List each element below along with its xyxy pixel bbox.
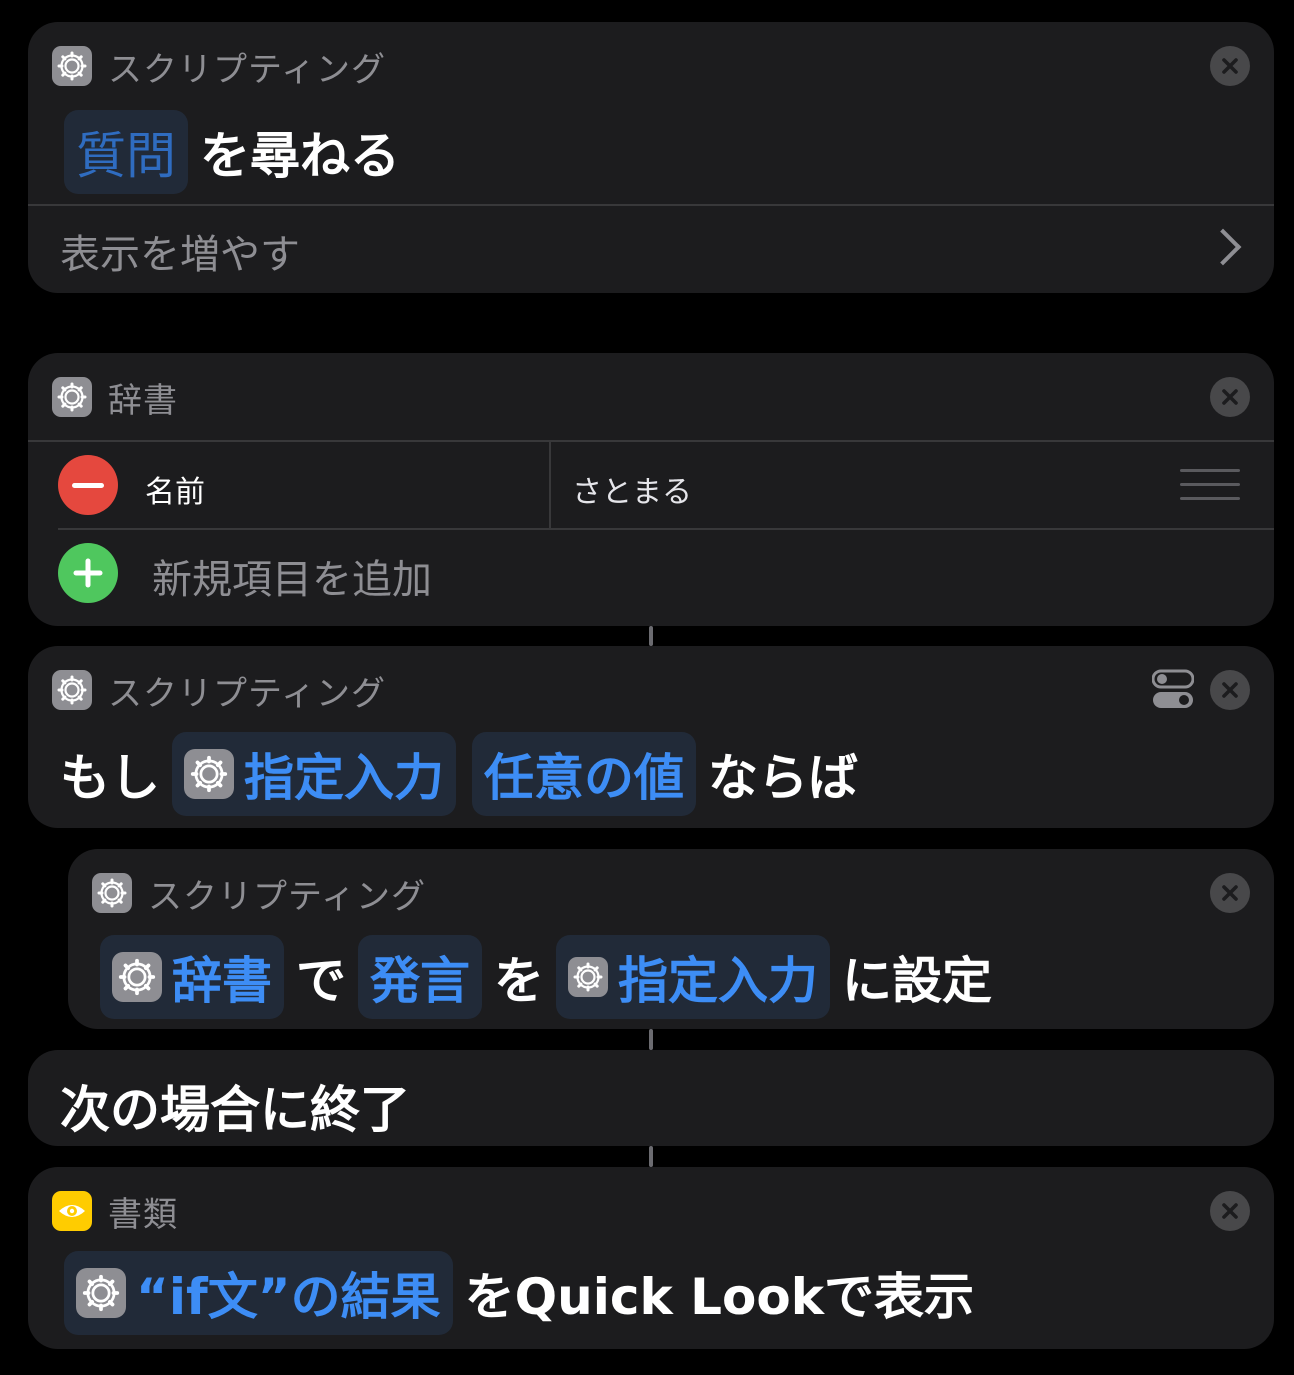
divider [28,440,1274,442]
action-category-label: スクリプティング [108,49,386,90]
quick-look-action-card[interactable]: 書類 “if文”の結果 をQuick Lookで表示 [28,1167,1274,1349]
column-divider [549,441,551,529]
input-token[interactable]: 指定入力 [172,732,456,816]
action-category-label: スクリプティング [108,673,386,714]
dictionary-token-label: 辞書 [172,952,272,1010]
question-token[interactable]: 質問 [64,110,188,194]
gear-icon [184,749,234,799]
gear-icon [52,670,92,710]
key-token[interactable]: 発言 [358,935,482,1019]
gear-icon [92,873,132,913]
toggle-icon[interactable] [1152,669,1194,711]
action-header: スクリプティング [52,46,386,90]
divider [58,528,1274,530]
text-de: で [296,952,346,1010]
gear-icon [568,957,608,997]
eye-icon [52,1191,92,1231]
drag-handle-icon[interactable] [1180,469,1240,511]
gear-icon [112,952,162,1002]
action-header: スクリプティング [52,670,386,714]
if-result-token[interactable]: “if文”の結果 [64,1251,453,1335]
dictionary-value[interactable]: さとまる [572,467,692,511]
condition-token[interactable]: 任意の値 [472,732,696,816]
action-header: 辞書 [52,377,178,421]
close-icon[interactable] [1210,873,1250,913]
if-result-token-label: “if文”の結果 [136,1268,441,1326]
action-category-label: 辞書 [108,380,178,421]
minus-icon[interactable] [58,455,118,515]
close-icon[interactable] [1210,377,1250,417]
action-category-label: 書類 [108,1194,178,1235]
value-token[interactable]: 指定入力 [556,935,830,1019]
close-icon[interactable] [1210,1191,1250,1231]
action-category-label: スクリプティング [148,876,426,917]
gear-icon [52,377,92,417]
action-text: を尋ねる [200,127,400,185]
set-dictionary-value-card[interactable]: スクリプティング 辞書 で 発言 を 指定入力 に設定 [68,849,1274,1029]
text-wo: を [494,952,544,1010]
flow-connector [649,1029,653,1050]
gear-icon [52,46,92,86]
quick-look-suffix: をQuick Lookで表示 [464,1268,974,1326]
ask-question-action-card[interactable]: スクリプティング 質問 を尋ねる 表示を増やす [28,22,1274,293]
action-body: “if文”の結果 をQuick Lookで表示 [60,1251,982,1335]
close-icon[interactable] [1210,46,1250,86]
set-suffix: に設定 [842,952,992,1010]
action-body: 質問 を尋ねる [60,110,408,194]
if-action-card[interactable]: スクリプティング もし 指定入力 任意の値 ならば [28,646,1274,828]
chevron-right-icon[interactable] [1204,228,1242,266]
gear-icon [76,1268,126,1318]
action-body: もし 指定入力 任意の値 ならば [60,732,866,816]
end-if-label: 次の場合に終了 [60,1081,410,1139]
dictionary-key[interactable]: 名前 [145,467,205,511]
show-more-link[interactable]: 表示を増やす [60,222,300,280]
end-if-card[interactable]: 次の場合に終了 [28,1050,1274,1146]
divider [28,204,1274,206]
flow-connector [649,1146,653,1167]
value-token-label: 指定入力 [618,952,818,1010]
action-header: 書類 [52,1191,178,1235]
add-new-item-button[interactable]: 新規項目を追加 [152,547,432,605]
input-token-label: 指定入力 [244,749,444,807]
close-icon[interactable] [1210,670,1250,710]
plus-icon[interactable] [58,543,118,603]
action-body: 辞書 で 発言 を 指定入力 に設定 [96,935,1000,1019]
if-suffix: ならば [708,749,858,807]
flow-connector [649,626,653,646]
dictionary-action-card[interactable]: 辞書 名前 さとまる 新規項目を追加 [28,353,1274,626]
if-prefix: もし [60,749,160,807]
action-header: スクリプティング [92,873,426,917]
dictionary-token[interactable]: 辞書 [100,935,284,1019]
